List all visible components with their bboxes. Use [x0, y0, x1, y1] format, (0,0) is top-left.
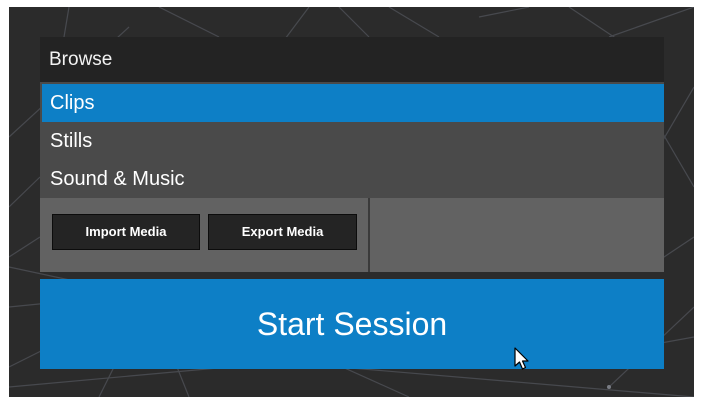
- mouse-pointer-icon: [514, 347, 529, 370]
- import-media-button[interactable]: Import Media: [52, 214, 200, 250]
- browse-list: Clips Stills Sound & Music: [40, 82, 664, 198]
- media-toolbar: Import Media Export Media: [40, 198, 664, 272]
- browse-header: Browse: [40, 37, 664, 82]
- export-media-button[interactable]: Export Media: [208, 214, 357, 250]
- start-session-button[interactable]: Start Session: [40, 279, 664, 369]
- app-window: Browse Clips Stills Sound & Music Import…: [9, 7, 694, 397]
- browse-panel: Browse Clips Stills Sound & Music Import…: [40, 37, 664, 272]
- toolbar-button-group: Import Media Export Media: [40, 198, 370, 272]
- list-item-clips[interactable]: Clips: [42, 84, 664, 122]
- list-item-stills[interactable]: Stills: [42, 122, 664, 160]
- list-item-sound-music[interactable]: Sound & Music: [42, 160, 664, 198]
